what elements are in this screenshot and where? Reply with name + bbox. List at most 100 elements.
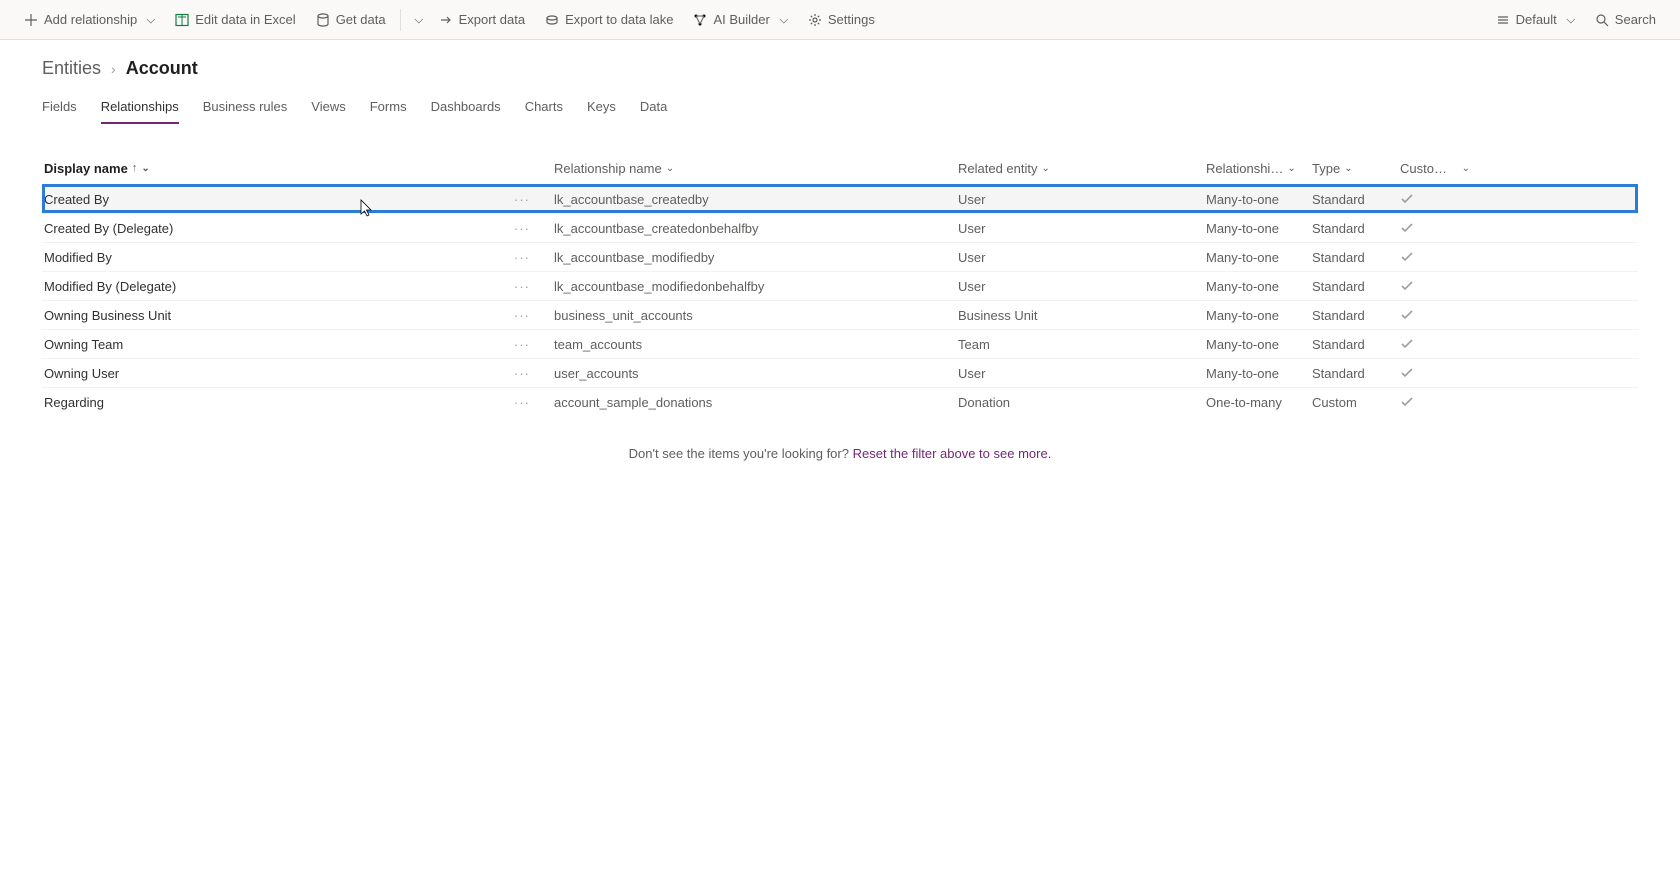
row-more-icon[interactable]: ··· <box>514 366 530 381</box>
relationship-name-cell: lk_accountbase_createdonbehalfby <box>554 221 958 236</box>
chevron-down-icon <box>147 14 155 22</box>
custom-check-icon <box>1400 395 1414 409</box>
custom-check-icon <box>1400 366 1414 380</box>
tab-charts[interactable]: Charts <box>525 93 563 124</box>
edit-excel-button[interactable]: Edit data in Excel <box>165 0 305 39</box>
breadcrumb-current: Account <box>126 58 198 79</box>
tab-fields[interactable]: Fields <box>42 93 77 124</box>
display-name-cell: Created By <box>44 192 109 207</box>
custom-check-icon <box>1400 308 1414 322</box>
relationship-name-cell: lk_accountbase_modifiedonbehalfby <box>554 279 958 294</box>
view-switcher[interactable]: Default <box>1486 0 1585 39</box>
type-cell: Custom <box>1312 395 1400 410</box>
toolbar-divider <box>400 9 401 31</box>
related-entity-cell: Business Unit <box>958 308 1206 323</box>
row-more-icon[interactable]: ··· <box>514 395 530 410</box>
relationship-name-cell: team_accounts <box>554 337 958 352</box>
search-placeholder: Search <box>1615 12 1656 27</box>
type-cell: Standard <box>1312 250 1400 265</box>
tabs: Fields Relationships Business rules Views Fo… <box>42 93 1638 124</box>
row-more-icon[interactable]: ··· <box>514 221 530 236</box>
add-relationship-label: Add relationship <box>44 12 137 27</box>
database-icon <box>316 13 330 27</box>
export-data-button[interactable]: Export data <box>429 0 536 39</box>
custom-check-icon <box>1400 250 1414 264</box>
relationship-type-cell: Many-to-one <box>1206 366 1312 381</box>
table-row[interactable]: Modified By (Delegate) ··· lk_accountbase_… <box>42 271 1638 300</box>
settings-button[interactable]: Settings <box>798 0 885 39</box>
list-icon <box>1496 13 1510 27</box>
tab-dashboards[interactable]: Dashboards <box>431 93 501 124</box>
export-lake-button[interactable]: Export to data lake <box>535 0 683 39</box>
custom-check-icon <box>1400 192 1414 206</box>
search-icon <box>1595 13 1609 27</box>
table-row[interactable]: Created By···lk_accountbase_createdbyUse… <box>42 184 1638 213</box>
column-related-entity[interactable]: Related entity ⌄ <box>958 161 1206 176</box>
type-cell: Standard <box>1312 192 1400 207</box>
edit-excel-label: Edit data in Excel <box>195 12 295 27</box>
table-row[interactable]: Created By (Delegate) ··· lk_accountbase_c… <box>42 213 1638 242</box>
view-label: Default <box>1516 12 1557 27</box>
breadcrumb-parent[interactable]: Entities <box>42 58 101 79</box>
related-entity-cell: User <box>958 192 1206 207</box>
display-name-cell: Regarding <box>44 395 104 410</box>
column-relationship-name[interactable]: Relationship name ⌄ <box>554 161 958 176</box>
table-row[interactable]: Regarding ··· account_sample_donationsDona… <box>42 387 1638 416</box>
ai-builder-button[interactable]: AI Builder <box>683 0 797 39</box>
chevron-down-icon: ⌄ <box>1462 163 1470 174</box>
related-entity-cell: User <box>958 221 1206 236</box>
display-name-cell: Owning Business Unit <box>44 308 171 323</box>
display-name-cell: Owning Team <box>44 337 123 352</box>
column-relationship-type[interactable]: Relationshi… ⌄ <box>1206 161 1312 176</box>
get-data-button[interactable]: Get data <box>306 0 396 39</box>
get-data-dropdown[interactable] <box>405 0 429 39</box>
tab-views[interactable]: Views <box>311 93 345 124</box>
relationship-type-cell: Many-to-one <box>1206 279 1312 294</box>
column-display-name[interactable]: Display name ↑ ⌄ <box>44 161 554 176</box>
table-row[interactable]: Owning Team ··· team_accountsTeamMany-to-o… <box>42 329 1638 358</box>
type-cell: Standard <box>1312 366 1400 381</box>
row-more-icon[interactable]: ··· <box>514 337 530 352</box>
hint-text: Don't see the items you're looking for? <box>629 446 853 461</box>
related-entity-cell: Donation <box>958 395 1206 410</box>
relationship-name-cell: account_sample_donations <box>554 395 958 410</box>
table-row[interactable]: Modified By···lk_accountbase_modifiedbyU… <box>42 242 1638 271</box>
tab-business-rules[interactable]: Business rules <box>203 93 288 124</box>
relationship-type-cell: Many-to-one <box>1206 221 1312 236</box>
relationships-table: Display name ↑ ⌄ Relationship name ⌄ Rel… <box>42 152 1638 416</box>
type-cell: Standard <box>1312 279 1400 294</box>
tab-forms[interactable]: Forms <box>370 93 407 124</box>
table-row[interactable]: Owning Business Unit···business_unit_acc… <box>42 300 1638 329</box>
relationship-type-cell: Many-to-one <box>1206 192 1312 207</box>
reset-filter-link[interactable]: Reset the filter above to see more. <box>853 446 1052 461</box>
display-name-cell: Modified By (Delegate) <box>44 279 176 294</box>
chevron-down-icon: ⌄ <box>666 163 674 174</box>
table-body: Created By···lk_accountbase_createdbyUse… <box>42 184 1638 416</box>
chevron-down-icon <box>414 14 422 22</box>
row-more-icon[interactable]: ··· <box>514 279 530 294</box>
type-cell: Standard <box>1312 337 1400 352</box>
tab-keys[interactable]: Keys <box>587 93 616 124</box>
command-bar: Add relationship Edit data in Excel Get … <box>0 0 1680 40</box>
search-box[interactable]: Search <box>1585 12 1666 27</box>
ai-builder-label: AI Builder <box>713 12 769 27</box>
tab-data[interactable]: Data <box>640 93 667 124</box>
display-name-cell: Owning User <box>44 366 119 381</box>
related-entity-cell: Team <box>958 337 1206 352</box>
column-type[interactable]: Type ⌄ <box>1312 161 1400 176</box>
type-cell: Standard <box>1312 308 1400 323</box>
row-more-icon[interactable]: ··· <box>514 250 530 265</box>
gear-icon <box>808 13 822 27</box>
row-more-icon[interactable]: ··· <box>514 192 530 207</box>
chevron-down-icon: ⌄ <box>1287 163 1295 174</box>
row-more-icon[interactable]: ··· <box>514 308 530 323</box>
column-custom[interactable]: Custom… ⌄ <box>1400 161 1470 176</box>
chevron-down-icon <box>1566 14 1574 22</box>
relationship-name-cell: lk_accountbase_modifiedby <box>554 250 958 265</box>
relationship-type-cell: Many-to-one <box>1206 337 1312 352</box>
filter-hint: Don't see the items you're looking for? … <box>42 446 1638 461</box>
display-name-cell: Created By (Delegate) <box>44 221 173 236</box>
table-row[interactable]: Owning User···user_accountsUserMany-to-o… <box>42 358 1638 387</box>
tab-relationships[interactable]: Relationships <box>101 93 179 124</box>
add-relationship-button[interactable]: Add relationship <box>14 0 165 39</box>
